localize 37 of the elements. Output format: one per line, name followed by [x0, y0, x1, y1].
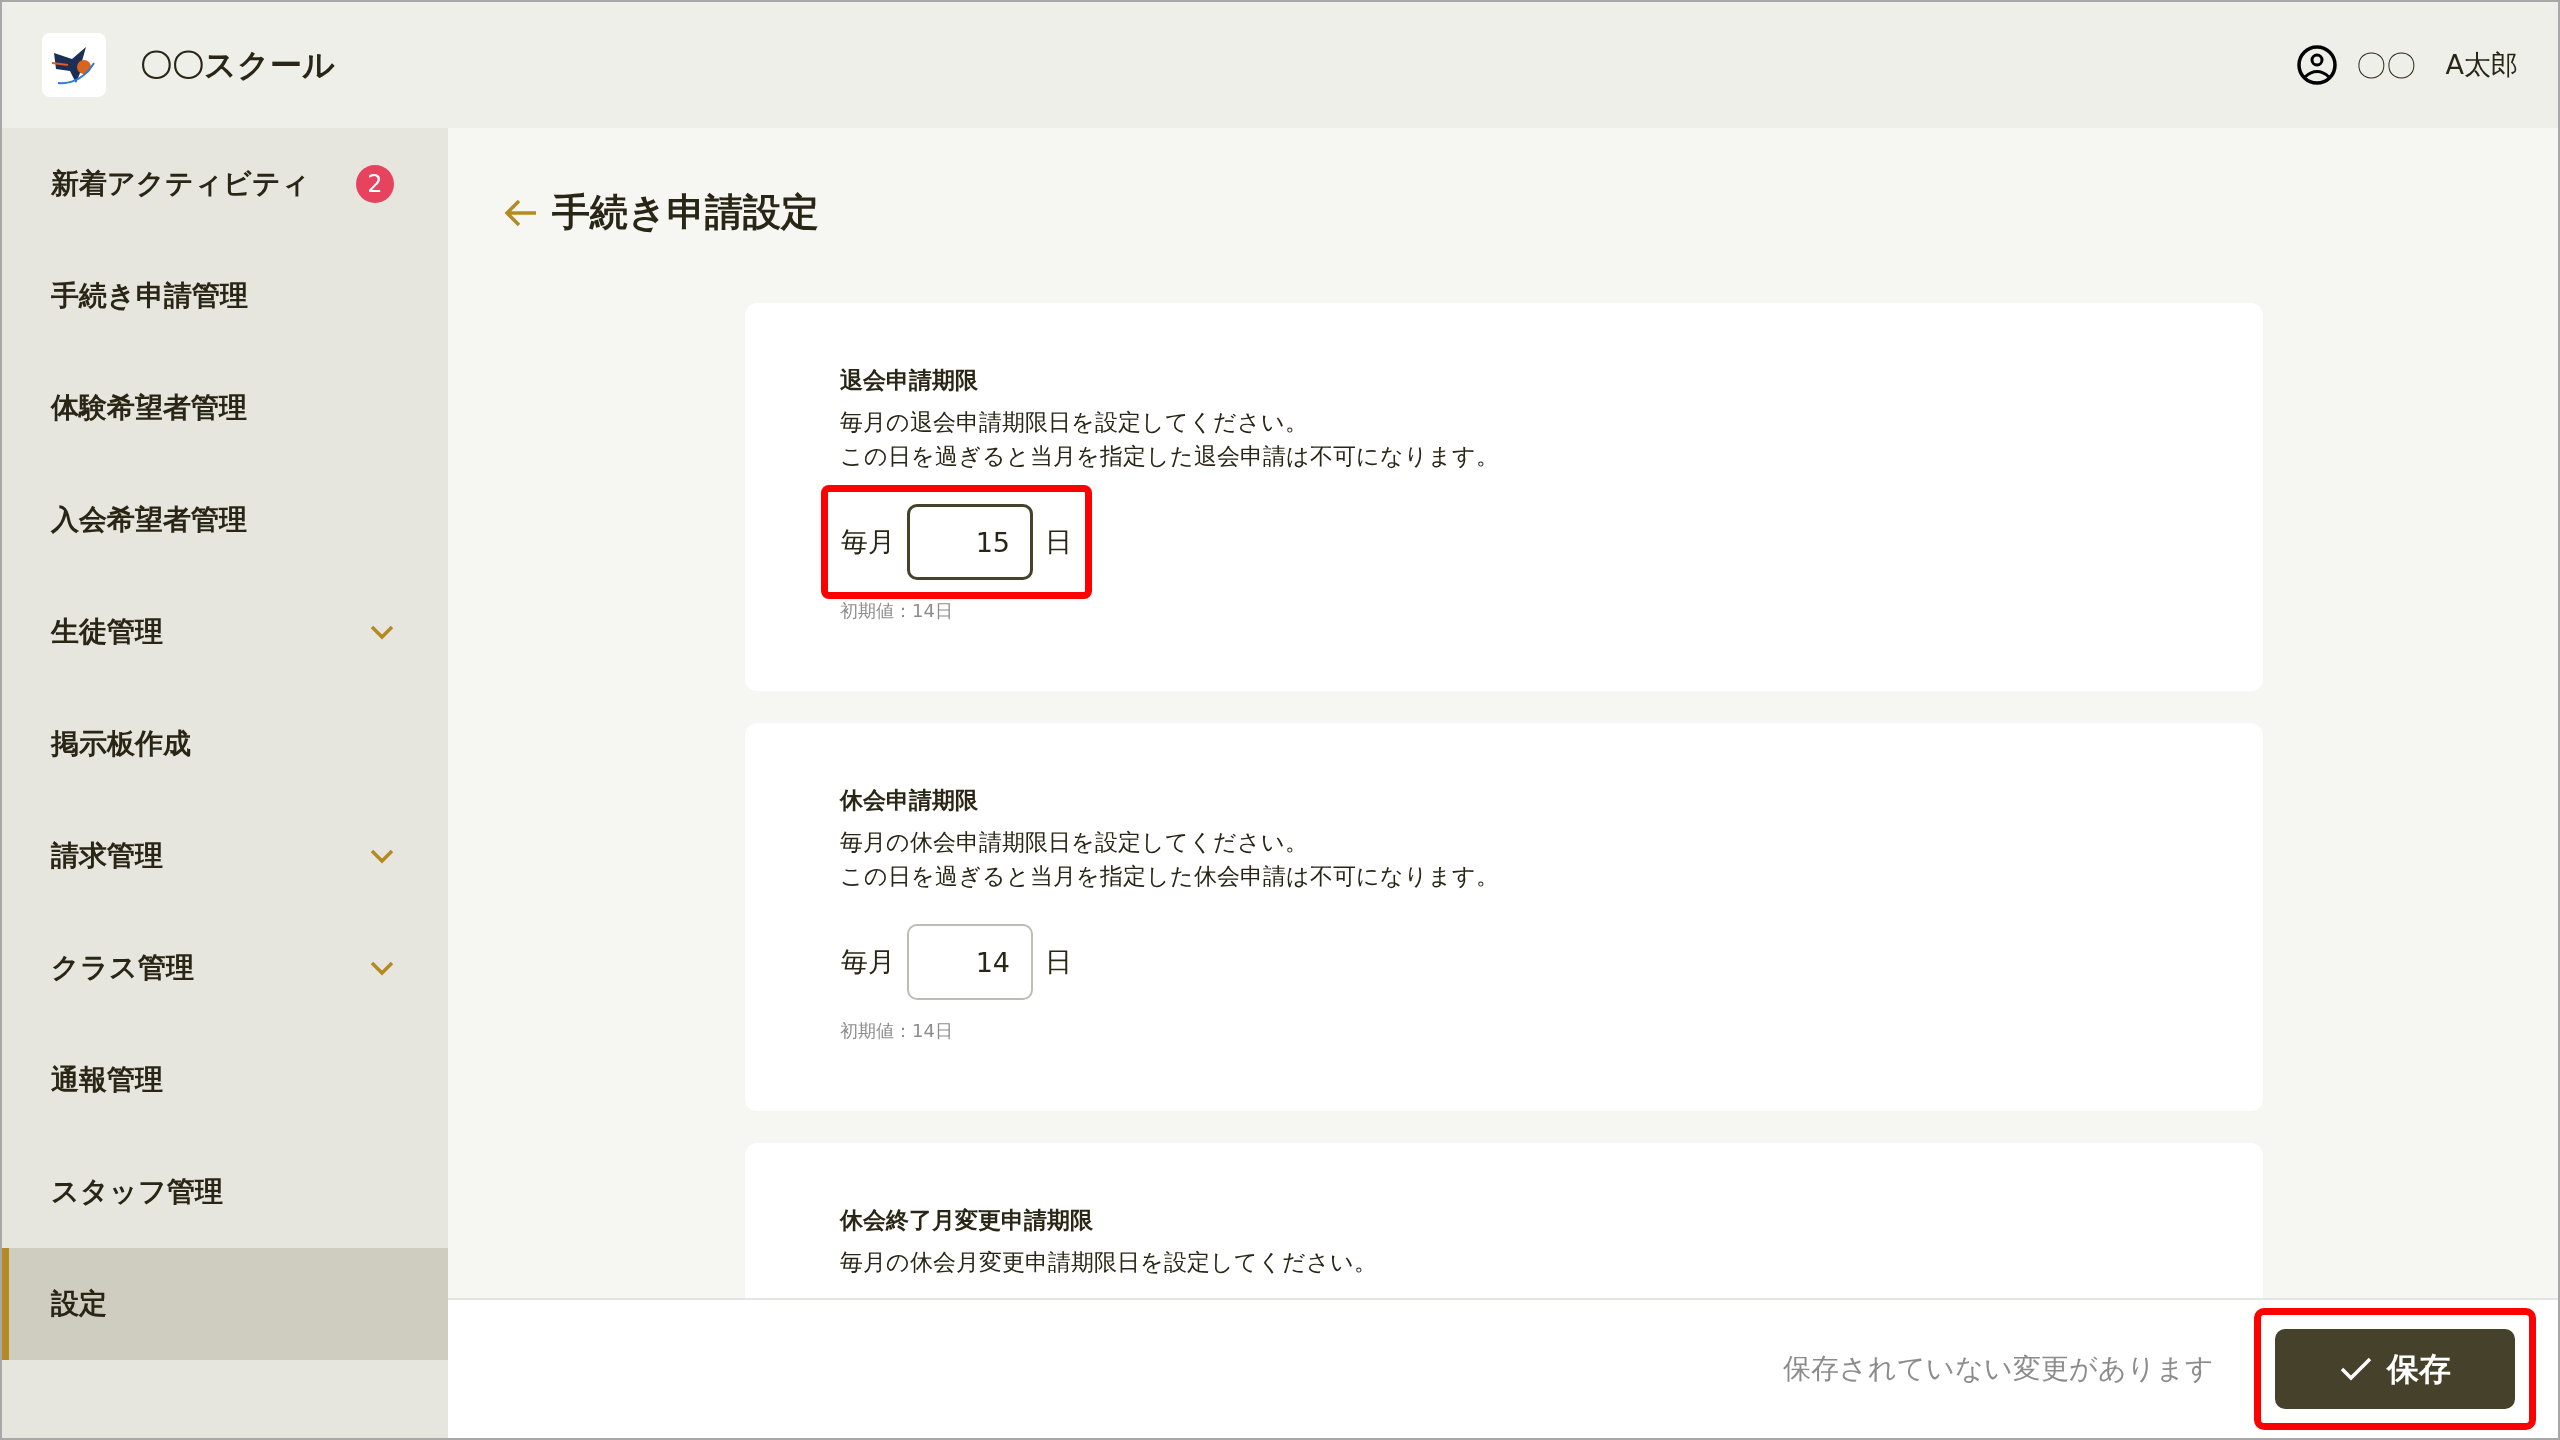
description-text: 毎月の退会申請期限日を設定してください。: [840, 408, 1308, 437]
sidebar-item[interactable]: 請求管理: [2, 800, 448, 912]
user-name-prefix: 〇〇: [2355, 46, 2416, 85]
sidebar-item[interactable]: 掲示板作成: [2, 688, 448, 800]
card-title: 休会申請期限: [840, 786, 979, 815]
field-prefix: 毎月: [841, 524, 895, 559]
back-arrow-icon[interactable]: [504, 197, 538, 228]
sidebar-item[interactable]: 入会希望者管理: [2, 464, 448, 576]
notification-badge: 2: [356, 165, 394, 203]
field-suffix: 日: [1045, 944, 1072, 979]
day-input-field[interactable]: 14: [907, 924, 1033, 1000]
page-title: 手続き申請設定: [552, 189, 819, 236]
card-title: 休会終了月変更申請期限: [840, 1206, 1094, 1235]
sidebar-item[interactable]: 設定: [2, 1248, 448, 1360]
description-text: この日を過ぎると当月を指定した休会申請は不可になります。: [840, 862, 1499, 891]
save-button[interactable]: 保存: [2275, 1329, 2515, 1409]
card-title: 退会申請期限: [840, 366, 979, 395]
school-name: 〇〇スクール: [140, 45, 335, 86]
sidebar-item[interactable]: 通報管理: [2, 1024, 448, 1136]
unsaved-changes-message: 保存されていない変更があります: [1783, 1351, 2214, 1387]
sidebar-item[interactable]: 生徒管理: [2, 576, 448, 688]
field-prefix: 毎月: [841, 944, 895, 979]
user-name: A太郎: [2445, 47, 2518, 82]
user-icon: [2295, 44, 2338, 86]
sidebar-item[interactable]: スタッフ管理: [2, 1136, 448, 1248]
description-text: この日を過ぎると当月を指定した退会申請は不可になります。: [840, 442, 1499, 471]
sidebar-item[interactable]: クラス管理: [2, 912, 448, 1024]
description-text: 毎月の休会申請期限日を設定してください。: [840, 828, 1308, 857]
sidebar-item[interactable]: 手続き申請管理: [2, 240, 448, 352]
default-value-note: 初期値：14日: [840, 599, 953, 623]
default-value-note: 初期値：14日: [840, 1019, 953, 1043]
check-icon: [2339, 1356, 2373, 1382]
description-text: 毎月の休会月変更申請期限日を設定してください。: [840, 1248, 1377, 1277]
field-suffix: 日: [1045, 524, 1072, 559]
day-input-field[interactable]: 15: [907, 504, 1033, 580]
sidebar-item[interactable]: 新着アクティビティ 2: [2, 128, 448, 240]
sidebar-item[interactable]: 体験希望者管理: [2, 352, 448, 464]
